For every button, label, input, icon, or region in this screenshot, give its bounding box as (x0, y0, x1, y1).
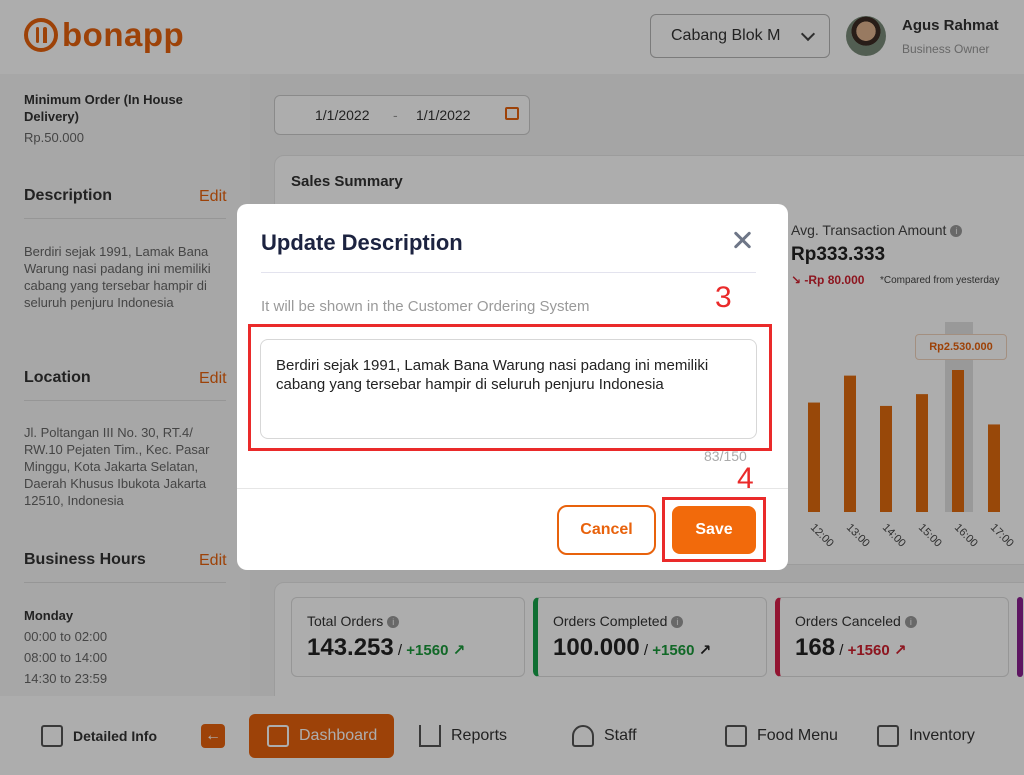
annotation-box-step-4 (662, 497, 766, 562)
annotation-label-step-3: 3 (715, 281, 732, 314)
divider (261, 272, 756, 273)
cancel-button[interactable]: Cancel (557, 505, 656, 555)
modal-title: Update Description (261, 230, 463, 255)
modal-hint: It will be shown in the Customer Orderin… (261, 298, 590, 315)
close-icon[interactable] (731, 228, 755, 252)
divider (237, 488, 788, 489)
annotation-box-step-3 (248, 324, 772, 451)
annotation-label-step-4: 4 (737, 462, 754, 495)
